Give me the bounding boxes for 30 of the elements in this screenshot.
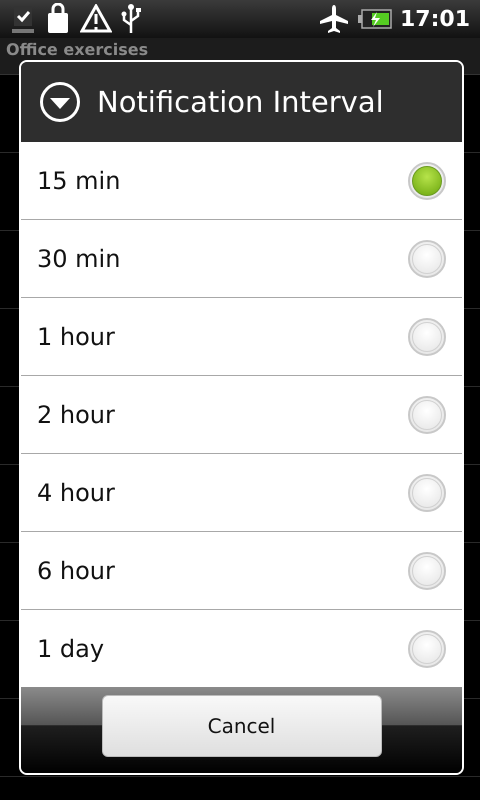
option-row[interactable]: 30 min (21, 220, 462, 298)
cancel-button[interactable]: Cancel (102, 695, 382, 757)
option-label: 4 hour (37, 478, 115, 506)
radio-button[interactable] (408, 474, 446, 512)
option-row[interactable]: 2 hour (21, 376, 462, 454)
option-label: 30 min (37, 244, 120, 272)
option-row[interactable]: 15 min (21, 142, 462, 220)
option-row[interactable]: 1 hour (21, 298, 462, 376)
usb-icon (120, 3, 142, 35)
dropdown-circle-icon (39, 81, 81, 123)
app-title: Office exercises (6, 40, 148, 59)
warning-icon (80, 4, 112, 34)
option-label: 6 hour (37, 556, 115, 584)
option-row[interactable]: 1 day (21, 610, 462, 687)
dialog-title: Notification Interval (97, 85, 384, 119)
option-label: 1 day (37, 634, 104, 662)
option-row[interactable]: 4 hour (21, 454, 462, 532)
radio-button[interactable] (408, 396, 446, 434)
status-time: 17:01 (400, 6, 470, 32)
option-label: 15 min (37, 166, 120, 194)
radio-button[interactable] (408, 162, 446, 200)
option-row[interactable]: 6 hour (21, 532, 462, 610)
battery-charging-icon (358, 9, 392, 29)
radio-button[interactable] (408, 630, 446, 668)
airplane-icon (318, 4, 350, 34)
option-label: 1 hour (37, 322, 115, 350)
radio-button[interactable] (408, 552, 446, 590)
radio-button[interactable] (408, 318, 446, 356)
radio-button[interactable] (408, 240, 446, 278)
option-label: 2 hour (37, 400, 115, 428)
